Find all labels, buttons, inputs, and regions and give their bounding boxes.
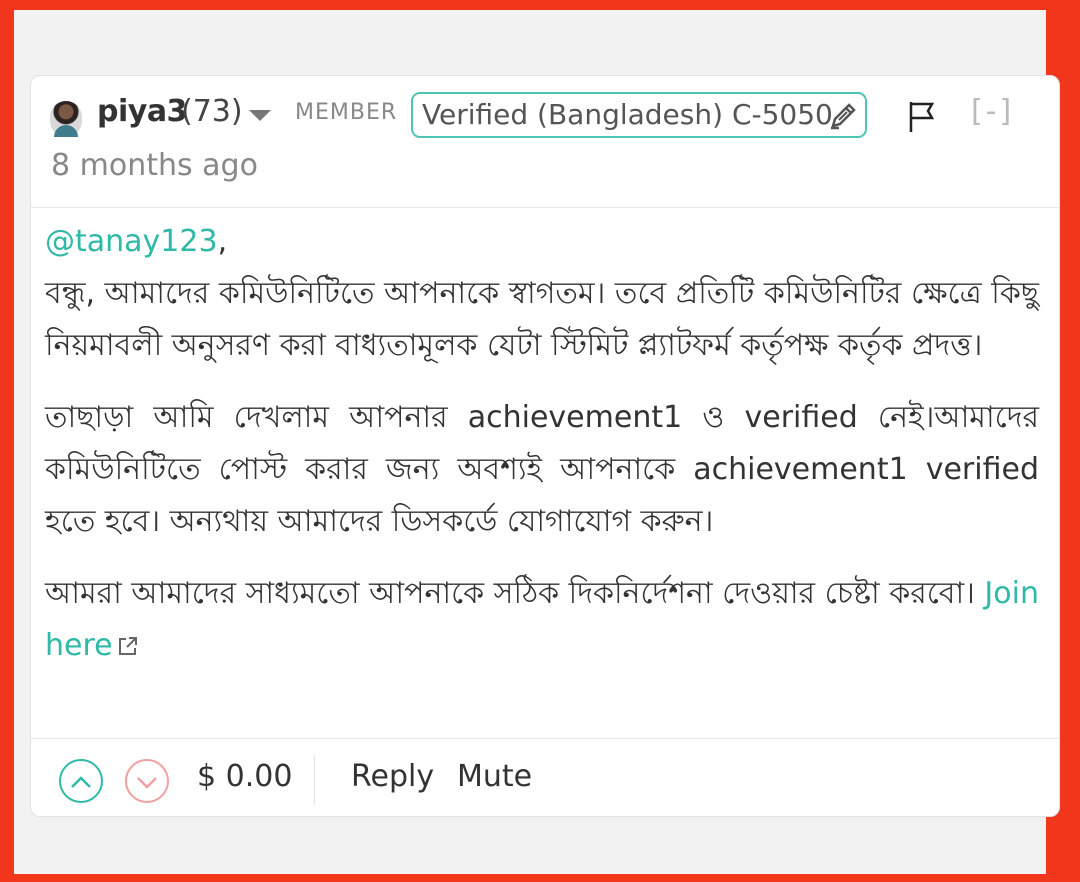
- footer-divider: [314, 755, 315, 805]
- member-role: MEMBER: [295, 100, 398, 125]
- timestamp[interactable]: 8 months ago: [51, 148, 258, 183]
- chevron-up-icon: [71, 776, 91, 788]
- collapse-toggle[interactable]: [-]: [971, 94, 1014, 129]
- comment-paragraph-last: আমরা আমাদের সাধ্যমতো আপনাকে সঠিক দিকনির্…: [45, 568, 1039, 672]
- mention-link[interactable]: @tanay123: [45, 224, 218, 259]
- pen-icon[interactable]: [827, 100, 859, 132]
- comment-body: @tanay123, বন্ধু, আমাদের কমিউনিটিতে আপনা…: [45, 216, 1039, 672]
- flag-icon[interactable]: [907, 100, 937, 134]
- downvote-button[interactable]: [125, 759, 169, 803]
- comment-paragraph: বন্ধু, আমাদের কমিউনিটিতে আপনাকে স্বাগতম।…: [45, 276, 1039, 363]
- mute-button[interactable]: Mute: [457, 759, 532, 794]
- author-reputation: (73): [181, 94, 243, 129]
- comment-paragraph-text: আমরা আমাদের সাধ্যমতো আপনাকে সঠিক দিকনির্…: [45, 576, 975, 611]
- comment-paragraph: তাছাড়া আমি দেখলাম আপনার achievement1 ও …: [45, 400, 1039, 539]
- author-menu-caret-icon[interactable]: [249, 110, 271, 121]
- avatar[interactable]: [50, 101, 82, 137]
- payout-value[interactable]: $ 0.00: [197, 759, 292, 794]
- external-link-icon[interactable]: [117, 635, 139, 657]
- comment-footer: $ 0.00 Reply Mute: [31, 738, 1059, 816]
- verified-badge-text: Verified (Bangladesh) C-5050: [422, 98, 833, 131]
- verified-badge: Verified (Bangladesh) C-5050: [411, 92, 867, 138]
- reply-button[interactable]: Reply: [351, 759, 434, 794]
- comment-card: piya3 (73) MEMBER Verified (Bangladesh) …: [30, 75, 1060, 817]
- chevron-down-icon: [137, 777, 157, 789]
- upvote-button[interactable]: [59, 759, 103, 803]
- comment-header: piya3 (73) MEMBER Verified (Bangladesh) …: [31, 76, 1059, 208]
- author-name[interactable]: piya3: [97, 94, 187, 129]
